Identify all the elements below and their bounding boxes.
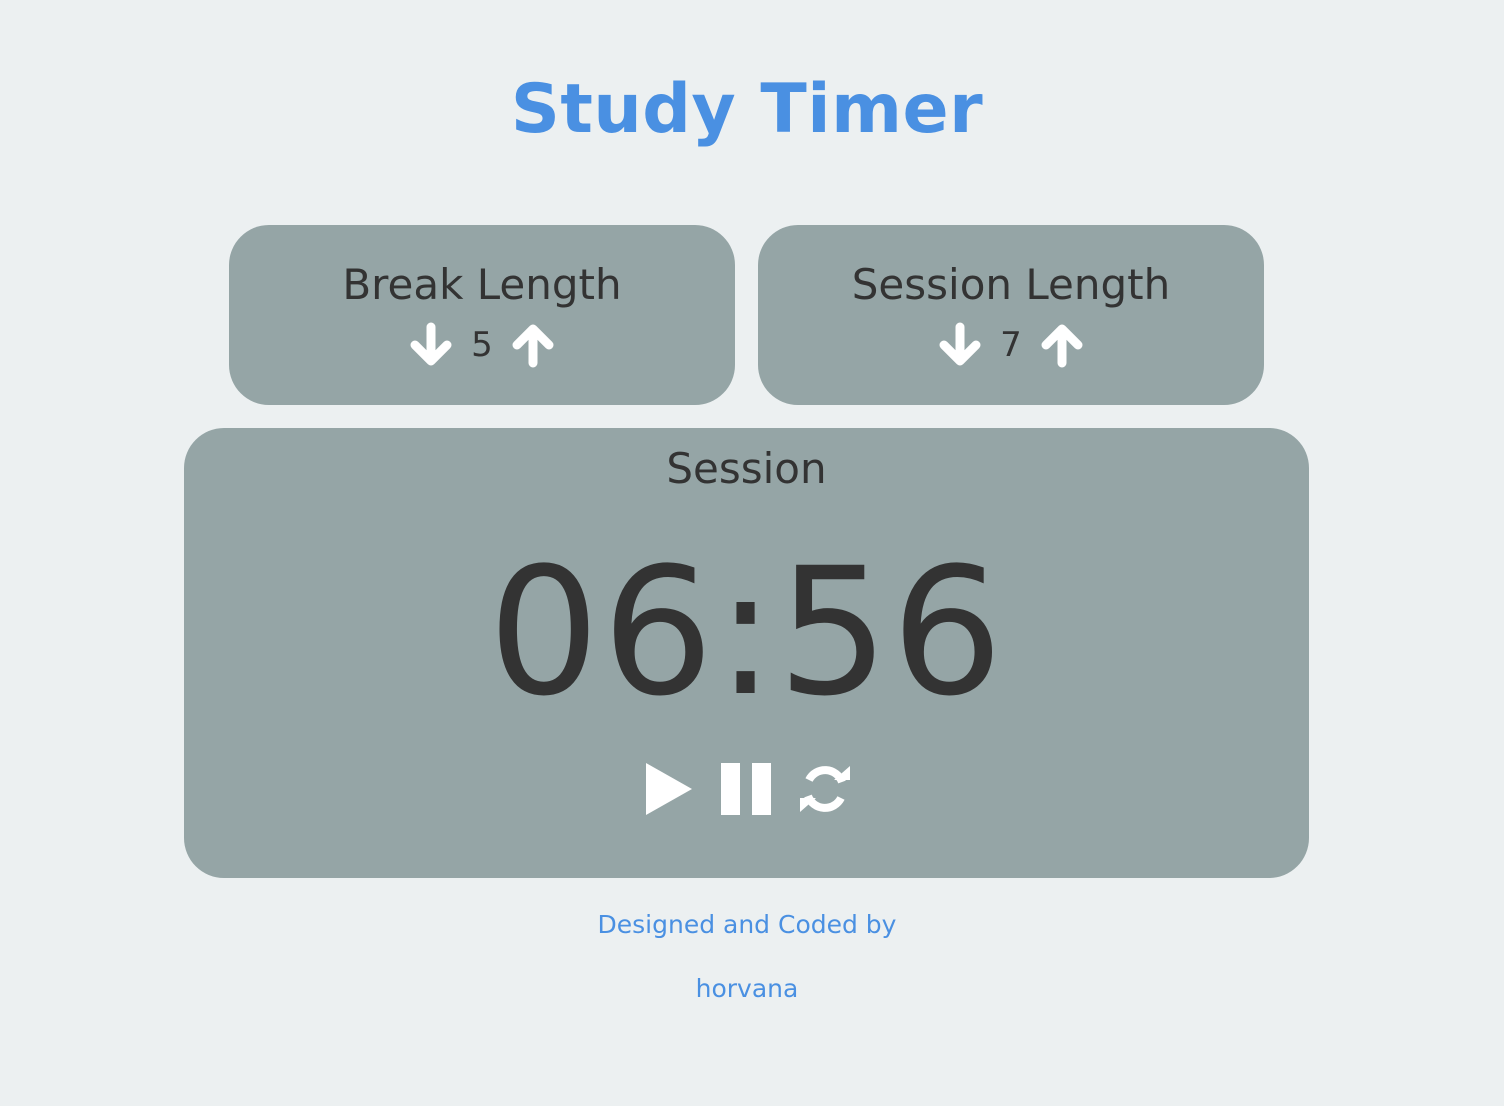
timer-controls [184, 756, 1309, 822]
footer-credit-label: Designed and Coded by [597, 910, 897, 939]
page-title: Study Timer [510, 70, 984, 149]
break-decrement-button[interactable] [403, 317, 459, 373]
arrow-down-icon [939, 322, 981, 366]
break-length-panel: Break Length 5 [229, 225, 735, 405]
timer-label: Session [666, 444, 827, 493]
refresh-icon [799, 766, 850, 812]
timer-panel: Session 06:56 [184, 428, 1309, 878]
start-button[interactable] [631, 756, 707, 822]
break-length-value: 5 [471, 325, 493, 365]
session-length-panel: Session Length 7 [758, 225, 1264, 405]
session-decrement-button[interactable] [932, 317, 988, 373]
session-length-value: 7 [1000, 325, 1022, 365]
pause-icon [720, 763, 771, 815]
break-increment-button[interactable] [505, 317, 561, 373]
session-length-label: Session Length [851, 260, 1171, 309]
break-length-label: Break Length [342, 260, 622, 309]
play-icon [645, 763, 692, 815]
time-left-display: 06:56 [487, 530, 1006, 735]
reset-button[interactable] [787, 756, 863, 822]
arrow-up-icon [512, 324, 554, 368]
arrow-down-icon [410, 322, 452, 366]
session-increment-button[interactable] [1034, 317, 1090, 373]
arrow-up-icon [1041, 324, 1083, 368]
break-length-controls: 5 [229, 317, 735, 373]
session-length-controls: 7 [758, 317, 1264, 373]
footer-author-link[interactable]: horvana [0, 971, 1494, 1007]
pause-button[interactable] [709, 756, 785, 822]
